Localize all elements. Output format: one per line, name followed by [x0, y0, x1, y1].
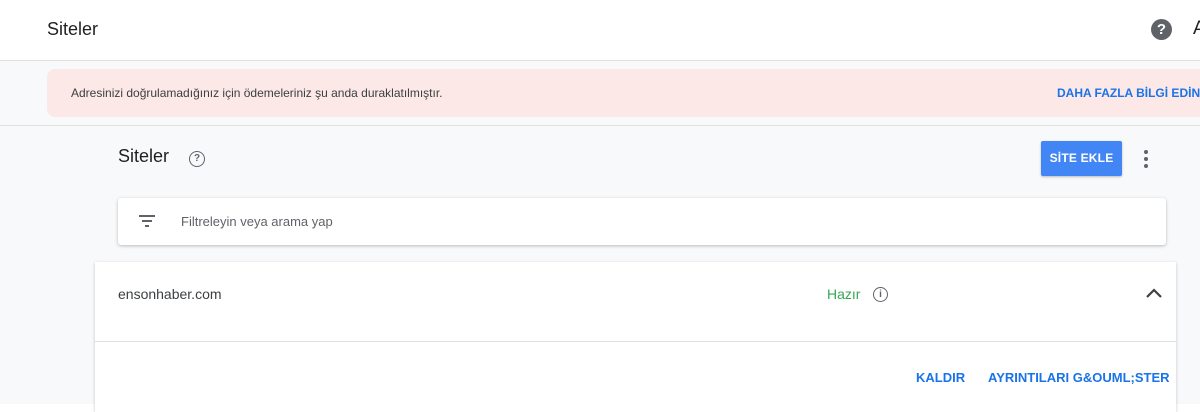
add-site-button[interactable]: SİTE EKLE — [1041, 141, 1122, 176]
status-badge: Hazır — [827, 286, 861, 302]
chevron-up-icon[interactable] — [1143, 284, 1165, 302]
filter-search-bar[interactable]: Filtreleyin veya arama yap — [118, 198, 1166, 245]
info-icon[interactable]: i — [873, 287, 888, 302]
top-app-bar: Siteler ? A — [0, 0, 1200, 61]
filter-list-icon — [139, 215, 155, 227]
divider — [95, 341, 1176, 342]
remove-button[interactable]: KALDIR — [916, 370, 965, 385]
notification-area: Adresinizi doğrulamadığınız için ödemele… — [0, 61, 1200, 126]
more-vert-icon[interactable] — [1137, 147, 1155, 171]
help-outline-icon[interactable]: ? — [189, 151, 205, 167]
payment-paused-banner: Adresinizi doğrulamadığınız için ödemele… — [47, 69, 1200, 117]
page-title: Siteler — [118, 146, 170, 166]
search-input[interactable]: Filtreleyin veya arama yap — [181, 214, 333, 229]
app-title: Siteler — [47, 19, 99, 39]
show-details-button[interactable]: AYRINTILARI G&OUML;STER — [988, 370, 1170, 385]
site-row: ensonhaber.com Hazır i KALDIR AYRINTILAR… — [95, 262, 1176, 412]
account-avatar[interactable]: A — [1193, 18, 1200, 40]
site-domain: ensonhaber.com — [118, 286, 222, 302]
learn-more-link[interactable]: DAHA FAZLA BİLGİ EDİN — [1057, 86, 1200, 100]
help-icon[interactable]: ? — [1151, 19, 1172, 40]
banner-message: Adresinizi doğrulamadığınız için ödemele… — [71, 86, 443, 100]
